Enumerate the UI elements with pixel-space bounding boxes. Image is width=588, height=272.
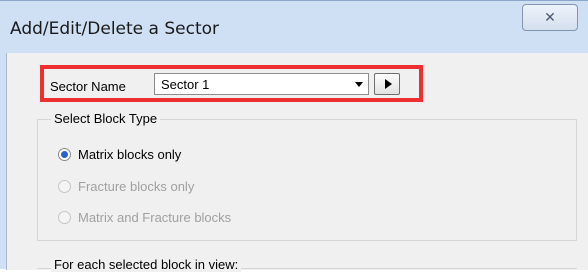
dialog-title: Add/Edit/Delete a Sector [10,19,220,39]
close-button[interactable]: ✕ [522,4,578,31]
block-type-legend: Select Block Type [51,111,161,126]
sector-name-value: Sector 1 [161,77,210,92]
radio-matrix-and-fracture-label: Matrix and Fracture blocks [78,209,232,225]
chevron-down-icon [355,82,363,87]
radio-matrix-and-fracture[interactable]: Matrix and Fracture blocks [58,208,231,226]
radio-matrix-only-button[interactable] [58,147,71,161]
close-icon: ✕ [544,9,556,26]
radio-matrix-only-label: Matrix blocks only [78,146,182,162]
sector-name-label: Sector Name [50,79,126,94]
radio-fracture-only-button[interactable] [58,179,71,193]
radio-matrix-only[interactable]: Matrix blocks only [58,145,181,163]
radio-fracture-only-label: Fracture blocks only [78,178,195,194]
radio-matrix-and-fracture-button[interactable] [58,210,71,224]
sector-name-dropdown[interactable]: Sector 1 [154,73,369,95]
next-sector-button[interactable] [374,73,400,95]
selection-group-legend: For each selected block in view: [51,257,242,272]
play-arrow-icon [385,79,392,89]
title-bar[interactable]: Add/Edit/Delete a Sector ✕ [0,1,588,53]
dialog-body: Sector Name Sector 1 Select Block Type M… [6,53,588,272]
radio-fracture-only[interactable]: Fracture blocks only [58,177,194,195]
dialog-window: Add/Edit/Delete a Sector ✕ Sector Name S… [0,0,588,272]
